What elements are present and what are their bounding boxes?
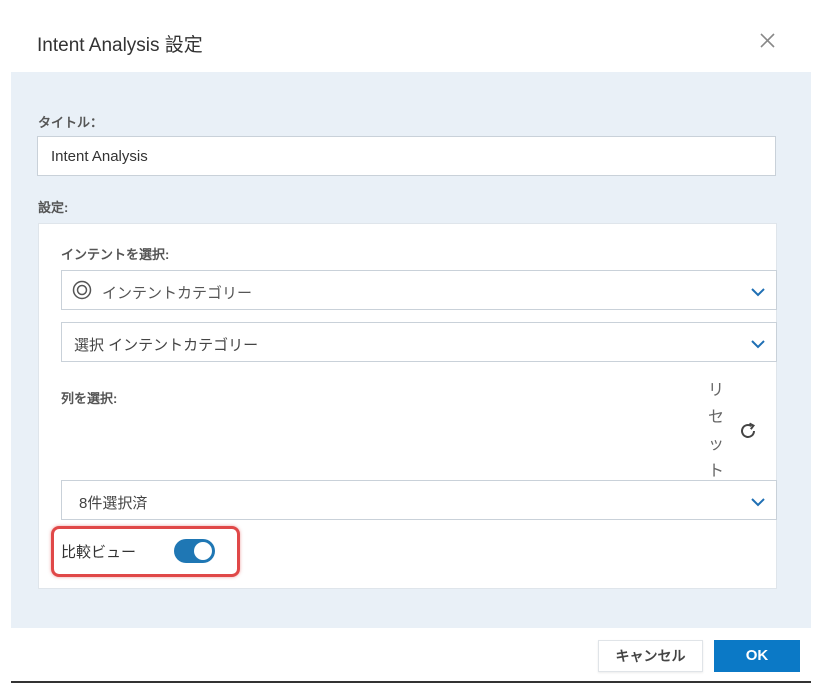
settings-dialog: Intent Analysis 設定 タイトル： 設定: インテントを選択: イ… xyxy=(0,0,823,695)
reset-link[interactable]: リ セ ッ ト xyxy=(706,377,726,485)
dialog-title: Intent Analysis 設定 xyxy=(37,35,203,56)
intent-type-select[interactable]: インテントカテゴリー xyxy=(61,270,777,310)
settings-label: 設定: xyxy=(38,200,69,215)
intent-type-value: インテントカテゴリー xyxy=(102,285,253,302)
intent-label: インテントを選択: xyxy=(61,247,170,262)
refresh-icon[interactable] xyxy=(738,421,758,441)
chevron-down-icon xyxy=(750,285,766,297)
columns-select[interactable]: 8件選択済 xyxy=(61,480,777,520)
close-icon[interactable] xyxy=(757,30,779,52)
ok-button[interactable]: OK xyxy=(714,640,800,672)
chevron-down-icon xyxy=(750,337,766,349)
divider xyxy=(11,681,811,683)
settings-panel: インテントを選択: インテントカテゴリー 選択 インテントカテゴリー 列を選択:… xyxy=(38,223,777,589)
reset-char: ッ xyxy=(707,436,724,453)
reset-char: セ xyxy=(707,409,724,426)
columns-label: 列を選択: xyxy=(61,391,118,406)
intent-category-value: 選択 インテントカテゴリー xyxy=(74,337,259,354)
toggle-knob xyxy=(194,542,212,560)
target-icon xyxy=(72,280,92,300)
title-input[interactable] xyxy=(37,136,776,176)
dialog-footer: キャンセル OK xyxy=(0,628,823,695)
columns-select-value: 8件選択済 xyxy=(79,495,148,512)
cancel-button[interactable]: キャンセル xyxy=(598,640,703,672)
reset-char: リ xyxy=(707,382,724,399)
dialog-body: タイトル： 設定: インテントを選択: インテントカテゴリー 選択 インテントカ… xyxy=(11,72,811,628)
intent-category-select[interactable]: 選択 インテントカテゴリー xyxy=(61,322,777,362)
chevron-down-icon xyxy=(750,495,766,507)
compare-view-toggle[interactable] xyxy=(174,539,215,563)
title-label: タイトル： xyxy=(38,115,104,130)
dialog-header: Intent Analysis 設定 xyxy=(0,0,823,72)
compare-view-label: 比較ビュー xyxy=(61,544,137,561)
